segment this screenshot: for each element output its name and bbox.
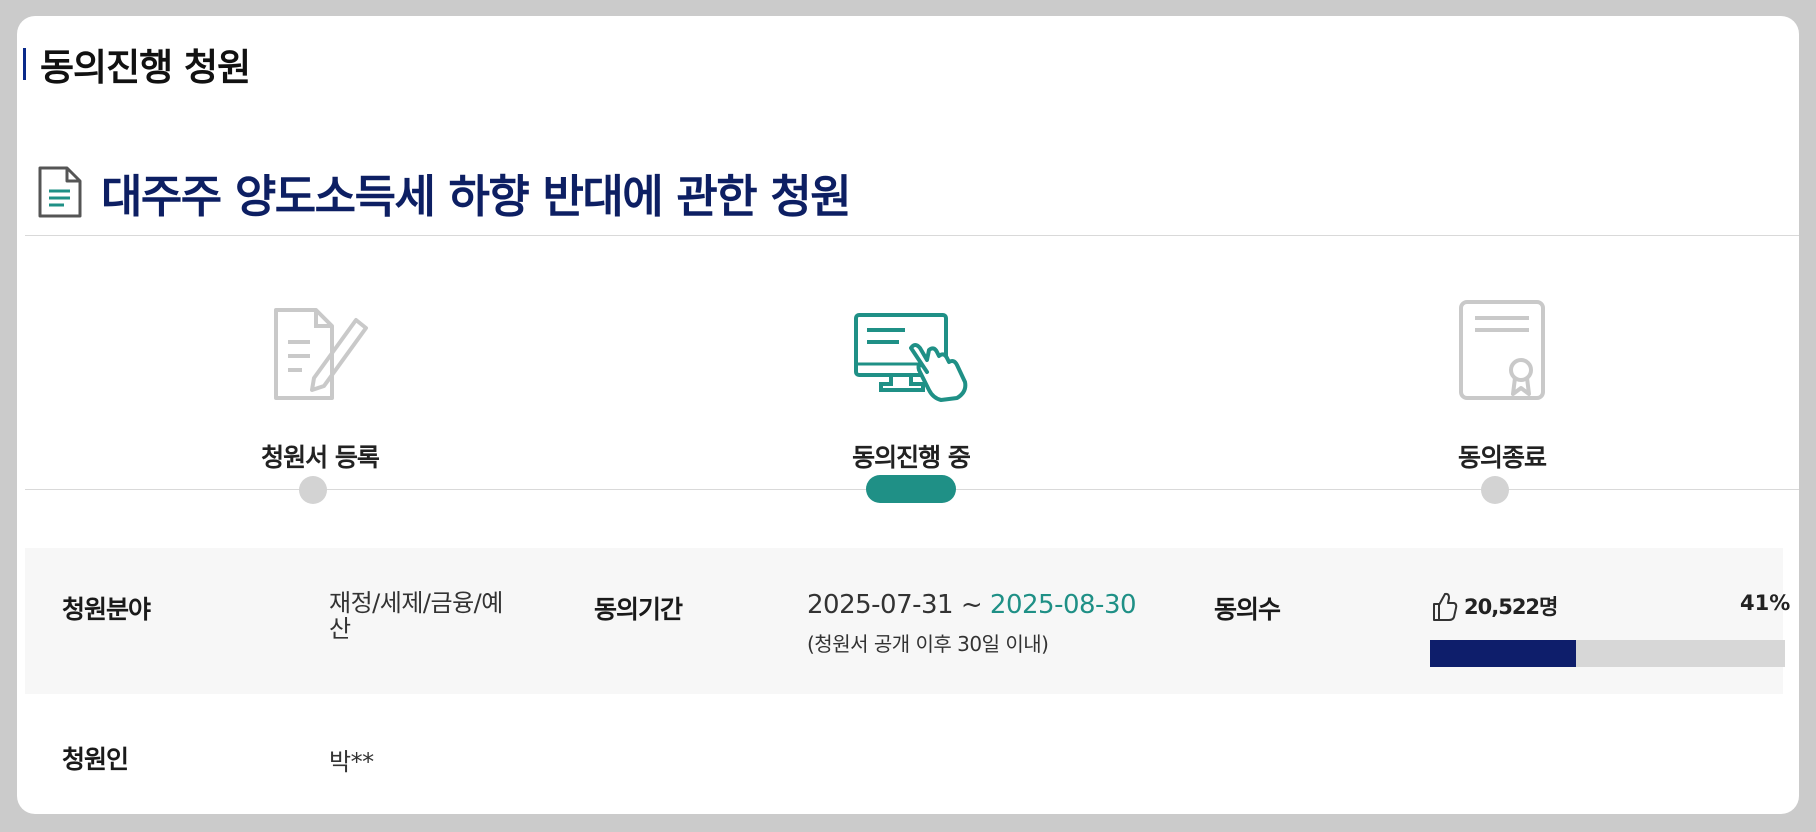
section-title-text: 동의진행 청원	[40, 46, 251, 89]
agree-percent: 41%	[1740, 591, 1791, 615]
certificate-icon	[1459, 300, 1545, 400]
step-closed-label: 동의종료	[1457, 443, 1547, 472]
step-registration: 청원서 등록	[200, 292, 440, 474]
field-value-line1: 재정/세제/금융/예	[329, 589, 503, 617]
field-value: 재정/세제/금융/예 산	[329, 590, 503, 642]
petition-title: 대주주 양도소득세 하향 반대에 관한 청원	[37, 162, 852, 223]
field-label: 청원분야	[62, 595, 151, 624]
document-pen-icon	[274, 308, 368, 400]
count-label: 동의수	[1214, 595, 1281, 624]
petitioner-label: 청원인	[62, 745, 129, 774]
section-title: 동의진행 청원	[23, 44, 251, 89]
step-in-progress-label: 동의진행 중	[852, 443, 971, 472]
step-in-progress: 동의진행 중	[791, 292, 1031, 474]
period-label: 동의기간	[594, 595, 683, 624]
petition-title-text: 대주주 양도소득세 하향 반대에 관한 청원	[101, 169, 852, 223]
agree-progress-bar	[1430, 640, 1785, 667]
step-registration-label: 청원서 등록	[261, 443, 380, 472]
period-end: 2025-08-30	[989, 590, 1137, 620]
monitor-hand-icon	[854, 313, 968, 402]
period-start: 2025-07-31 ~	[807, 590, 990, 620]
period-value: 2025-07-31 ~ 2025-08-30	[807, 590, 1137, 620]
step-in-progress-marker	[866, 475, 956, 503]
thumbs-up-icon	[1433, 592, 1458, 621]
field-value-line2: 산	[329, 615, 351, 643]
period-note: (청원서 공개 이후 30일 이내)	[807, 632, 1049, 656]
agree-count-value: 20,522명	[1464, 595, 1558, 619]
step-closed-marker	[1481, 476, 1509, 504]
agree-progress-fill	[1430, 640, 1576, 667]
document-icon	[38, 166, 82, 218]
step-closed: 동의종료	[1382, 292, 1622, 474]
section-title-bar	[23, 48, 26, 80]
title-divider	[25, 235, 1799, 236]
step-registration-marker	[299, 476, 327, 504]
agree-count: 20,522명	[1430, 590, 1558, 622]
petitioner-value: 박**	[329, 748, 374, 776]
petition-card: 동의진행 청원 대주주 양도소득세 하향 반대에 관한 청원 청원서 등록 동의…	[17, 16, 1799, 814]
